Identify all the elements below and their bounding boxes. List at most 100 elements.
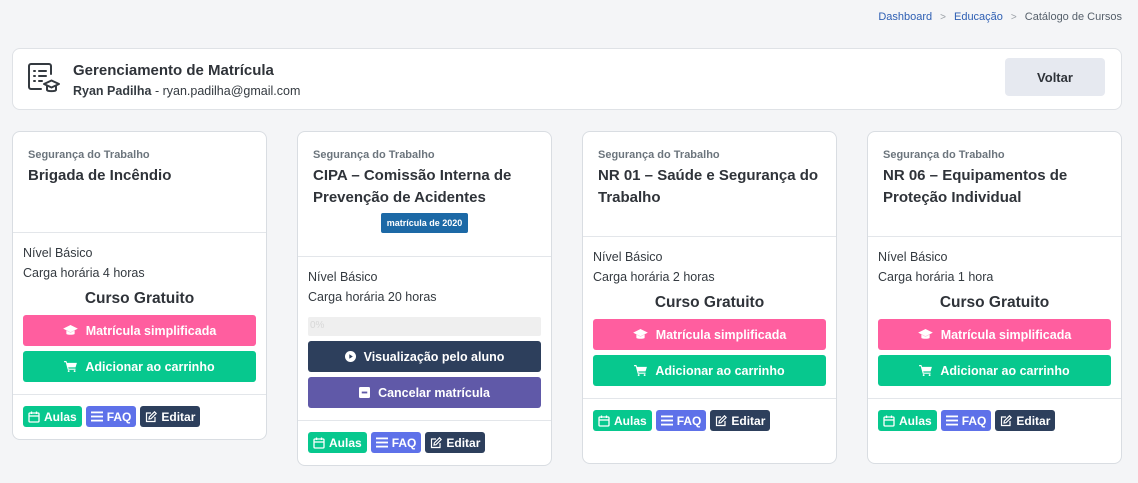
aulas-button[interactable]: Aulas <box>593 410 652 431</box>
graduation-cap-icon <box>917 329 933 339</box>
course-category: Segurança do Trabalho <box>313 149 435 161</box>
user-name: Ryan Padilha <box>73 84 152 98</box>
cancel-enrollment-button[interactable]: Cancelar matrícula <box>308 377 541 408</box>
button-label: Adicionar ao carrinho <box>940 363 1070 378</box>
course-title: Brigada de Incêndio <box>28 167 172 184</box>
simplified-enrollment-button[interactable]: Matrícula simplificada <box>593 319 826 350</box>
faq-button[interactable]: FAQ <box>655 410 707 431</box>
course-category: Segurança do Trabalho <box>598 149 720 161</box>
edit-button[interactable]: Editar <box>140 406 201 427</box>
button-label: Editar <box>1016 413 1051 428</box>
course-level: Nível Básico <box>878 250 948 264</box>
breadcrumb-separator: > <box>940 11 946 23</box>
breadcrumb-educacao[interactable]: Educação <box>954 11 1003 23</box>
button-label: FAQ <box>961 413 987 428</box>
list-icon <box>660 415 673 426</box>
user-info: Ryan Padilha - ryan.padilha@gmail.com <box>73 84 300 98</box>
course-card-header: Segurança do Trabalho NR 01 – Saúde e Se… <box>583 132 836 237</box>
list-icon <box>90 411 103 422</box>
progress-label: 0% <box>310 320 325 331</box>
course-card-body: Nível Básico Carga horária 1 hora Curso … <box>868 237 1121 399</box>
edit-icon <box>146 410 158 422</box>
course-card-footer: Aulas FAQ Editar <box>13 395 266 439</box>
course-card-body: Nível Básico Carga horária 20 horas 0% V… <box>298 257 551 421</box>
calendar-icon <box>883 415 895 427</box>
course-level: Nível Básico <box>23 246 93 260</box>
course-level: Nível Básico <box>593 250 663 264</box>
button-label: Matrícula simplificada <box>940 327 1072 342</box>
enrollment-form-icon <box>28 63 60 93</box>
course-category: Segurança do Trabalho <box>28 149 150 161</box>
course-price: Curso Gratuito <box>84 290 195 307</box>
button-label: FAQ <box>106 409 132 424</box>
aulas-button[interactable]: Aulas <box>308 432 367 453</box>
course-title: CIPA – Comissão Interna de Prevenção de … <box>313 167 512 206</box>
course-card: Segurança do Trabalho NR 01 – Saúde e Se… <box>582 131 837 464</box>
course-card-footer: Aulas FAQ Editar <box>868 399 1121 463</box>
breadcrumb-separator: > <box>1010 11 1017 23</box>
course-hours: Carga horária 1 hora <box>878 270 994 284</box>
simplified-enrollment-button[interactable]: Matrícula simplificada <box>878 319 1111 350</box>
breadcrumb-dashboard[interactable]: Dashboard <box>878 11 932 23</box>
course-title: NR 01 – Saúde e Segurança do Trabalho <box>598 167 819 206</box>
course-card-footer: Aulas FAQ Editar <box>583 399 836 463</box>
course-hours: Carga horária 2 horas <box>593 270 715 284</box>
minus-square-icon <box>359 387 371 398</box>
breadcrumb-current: Catálogo de Cursos <box>1024 11 1122 23</box>
calendar-icon <box>28 411 40 423</box>
graduation-cap-icon <box>632 329 648 339</box>
button-label: Adicionar ao carrinho <box>655 363 785 378</box>
list-icon <box>375 437 388 448</box>
course-price: Curso Gratuito <box>939 294 1050 311</box>
course-hours: Carga horária 4 horas <box>23 266 145 280</box>
course-price: Curso Gratuito <box>654 294 765 311</box>
shopping-cart-icon <box>64 361 78 372</box>
button-label: Adicionar ao carrinho <box>85 359 215 374</box>
shopping-cart-icon <box>634 365 648 376</box>
faq-button[interactable]: FAQ <box>85 406 137 427</box>
add-to-cart-button[interactable]: Adicionar ao carrinho <box>23 351 256 382</box>
edit-button[interactable]: Editar <box>425 432 486 453</box>
add-to-cart-button[interactable]: Adicionar ao carrinho <box>593 355 826 386</box>
page-title: Gerenciamento de Matrícula <box>73 62 274 79</box>
aulas-button[interactable]: Aulas <box>878 410 937 431</box>
button-label: Aulas <box>329 435 362 450</box>
course-card: Segurança do Trabalho CIPA – Comissão In… <box>297 131 552 466</box>
course-level: Nível Básico <box>308 270 378 284</box>
course-title: NR 06 – Equipamentos de Proteção Individ… <box>883 167 1068 206</box>
student-view-button[interactable]: Visualização pelo aluno <box>308 341 541 372</box>
button-label: Aulas <box>44 409 77 424</box>
button-label: Aulas <box>614 413 647 428</box>
back-button[interactable]: Voltar <box>1005 58 1105 96</box>
breadcrumb: Dashboard > Educação > Catálogo de Curso… <box>878 11 1122 23</box>
button-label: FAQ <box>391 435 417 450</box>
play-circle-icon <box>344 351 356 362</box>
enrollment-year-badge: matrícula de 2020 <box>380 213 469 233</box>
course-category: Segurança do Trabalho <box>883 149 1005 161</box>
course-hours: Carga horária 20 horas <box>308 290 437 304</box>
add-to-cart-button[interactable]: Adicionar ao carrinho <box>878 355 1111 386</box>
edit-icon <box>716 414 728 426</box>
course-card-body: Nível Básico Carga horária 2 horas Curso… <box>583 237 836 399</box>
edit-icon <box>431 436 443 448</box>
course-card-body: Nível Básico Carga horária 4 horas Curso… <box>13 233 266 395</box>
edit-button[interactable]: Editar <box>710 410 771 431</box>
button-label: FAQ <box>676 413 702 428</box>
calendar-icon <box>313 437 325 449</box>
faq-button[interactable]: FAQ <box>370 432 422 453</box>
course-card-header: Segurança do Trabalho Brigada de Incêndi… <box>13 132 266 233</box>
simplified-enrollment-button[interactable]: Matrícula simplificada <box>23 315 256 346</box>
shopping-cart-icon <box>919 365 933 376</box>
list-icon <box>945 415 958 426</box>
aulas-button[interactable]: Aulas <box>23 406 82 427</box>
course-card-header: Segurança do Trabalho NR 06 – Equipament… <box>868 132 1121 237</box>
button-label: Matrícula simplificada <box>655 327 787 342</box>
faq-button[interactable]: FAQ <box>940 410 992 431</box>
button-label: Cancelar matrícula <box>378 385 490 400</box>
course-card: Segurança do Trabalho Brigada de Incêndi… <box>12 131 267 440</box>
button-label: Aulas <box>899 413 932 428</box>
button-label: Visualização pelo aluno <box>363 349 505 364</box>
button-label: Editar <box>731 413 766 428</box>
edit-button[interactable]: Editar <box>995 410 1056 431</box>
button-label: Editar <box>161 409 196 424</box>
